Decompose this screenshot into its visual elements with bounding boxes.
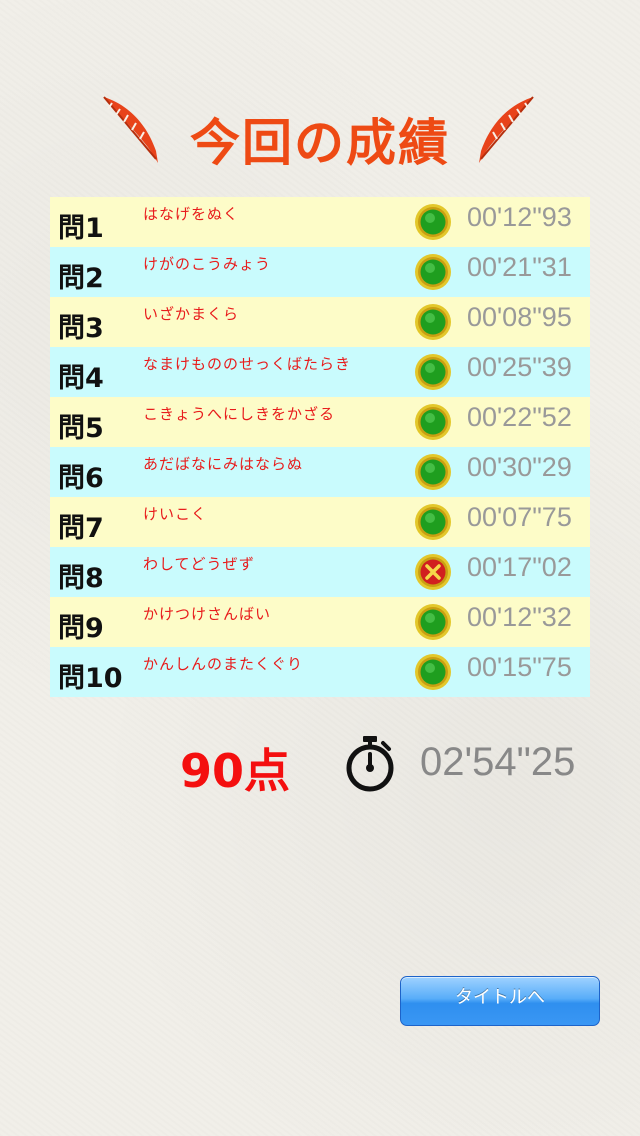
- correct-icon: [415, 654, 451, 690]
- result-row: 問8 わしてどうぜず 00'17"02: [50, 547, 590, 597]
- answer-time: 00'30"29: [467, 452, 572, 482]
- answer-time: 00'12"32: [467, 602, 572, 632]
- page-title: 今回の成績: [190, 114, 450, 172]
- incorrect-icon: [415, 554, 451, 590]
- answer-phrase: こきょうへにしきをかざる: [143, 405, 336, 423]
- answer-time: 00'12"93: [467, 202, 572, 232]
- question-number: 問1: [58, 213, 104, 244]
- answer-time: 00'25"39: [467, 352, 572, 382]
- answer-phrase: わしてどうぜず: [143, 555, 255, 573]
- question-number: 問2: [58, 263, 104, 294]
- stopwatch-icon: [346, 736, 394, 792]
- answer-time: 00'21"31: [467, 252, 572, 282]
- feather-quill-icon: [479, 96, 534, 163]
- result-row: 問4 なまけもののせっくばたらき 00'25"39: [50, 347, 590, 397]
- question-number: 問10: [58, 663, 123, 694]
- correct-icon: [415, 454, 451, 490]
- correct-icon: [415, 504, 451, 540]
- answer-phrase: けいこく: [143, 505, 208, 523]
- result-row: 問1 はなげをぬく 00'12"93: [50, 197, 590, 247]
- result-row: 問6 あだばなにみはならぬ 00'30"29: [50, 447, 590, 497]
- answer-time: 00'07"75: [467, 502, 572, 532]
- answer-time: 00'17"02: [467, 552, 572, 582]
- result-row: 問7 けいこく 00'07"75: [50, 497, 590, 547]
- result-row: 問9 かけつけさんばい 00'12"32: [50, 597, 590, 647]
- answer-time: 00'08"95: [467, 302, 572, 332]
- question-number: 問7: [58, 513, 104, 544]
- answer-phrase: あだばなにみはならぬ: [143, 455, 304, 473]
- question-number: 問6: [58, 463, 104, 494]
- answer-phrase: けがのこうみょう: [143, 255, 272, 273]
- answer-phrase: なまけもののせっくばたらき: [143, 355, 352, 373]
- results-table: 問1 はなげをぬく 00'12"93 問2 けがのこうみょう 00'21"31 …: [50, 197, 590, 697]
- answer-time: 00'22"52: [467, 402, 572, 432]
- result-row: 問2 けがのこうみょう 00'21"31: [50, 247, 590, 297]
- result-row: 問5 こきょうへにしきをかざる 00'22"52: [50, 397, 590, 447]
- results-header: 今回の成績: [0, 95, 640, 172]
- correct-icon: [415, 404, 451, 440]
- question-number: 問4: [58, 363, 104, 394]
- correct-icon: [415, 254, 451, 290]
- total-time: 02'54"25: [420, 740, 576, 784]
- correct-icon: [415, 354, 451, 390]
- answer-phrase: はなげをぬく: [143, 205, 240, 223]
- score-value: 90点: [180, 744, 291, 798]
- question-number: 問5: [58, 413, 104, 444]
- question-number: 問8: [58, 563, 104, 594]
- result-row: 問10 かんしんのまたくぐり 00'15"75: [50, 647, 590, 697]
- question-number: 問9: [58, 613, 104, 644]
- back-to-title-button[interactable]: タイトルへ: [400, 976, 600, 1026]
- answer-time: 00'15"75: [467, 652, 572, 682]
- correct-icon: [415, 604, 451, 640]
- question-number: 問3: [58, 313, 104, 344]
- result-row: 問3 いざかまくら 00'08"95: [50, 297, 590, 347]
- answer-phrase: かけつけさんばい: [143, 605, 272, 623]
- answer-phrase: いざかまくら: [143, 305, 240, 323]
- correct-icon: [415, 204, 451, 240]
- answer-phrase: かんしんのまたくぐり: [143, 655, 304, 673]
- correct-icon: [415, 304, 451, 340]
